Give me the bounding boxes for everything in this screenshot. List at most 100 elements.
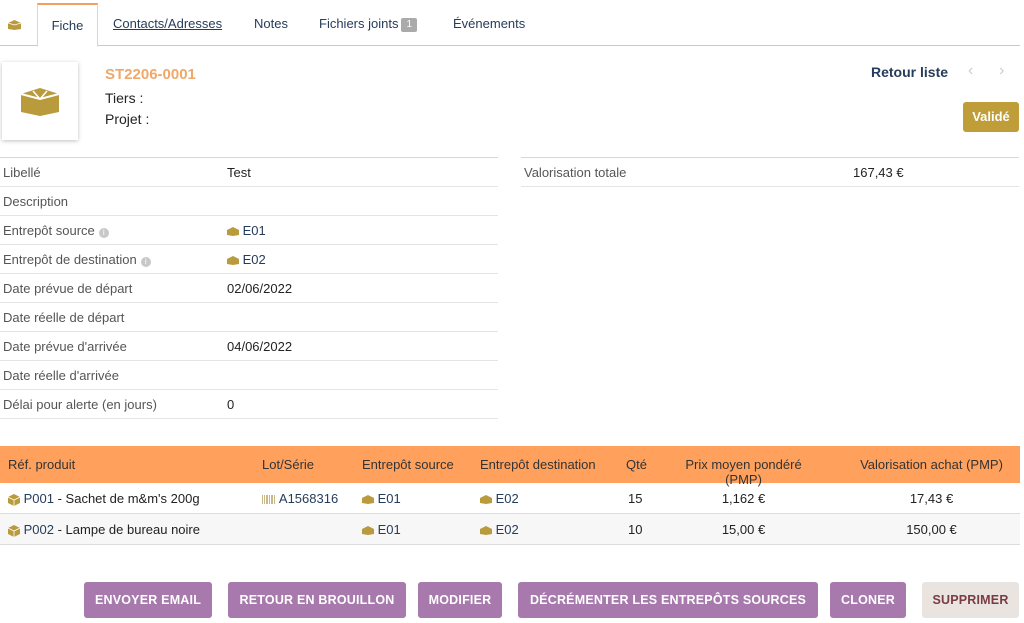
tab-notes-label: Notes: [254, 16, 288, 31]
clone-button[interactable]: CLONER: [830, 582, 906, 618]
table-row: P001 - Sachet de m&m's 200g A1568316 E01…: [0, 483, 1020, 514]
product-link[interactable]: P001: [24, 491, 54, 506]
tab-notes[interactable]: Notes: [254, 3, 288, 46]
product-label: - Sachet de m&m's 200g: [54, 491, 200, 506]
source-warehouse-link[interactable]: E01: [243, 223, 266, 238]
tab-contacts-label: Contacts/Adresses: [113, 16, 223, 31]
projet-label: Projet :: [105, 111, 150, 127]
field-row-actual-arrival: Date réelle d'arrivée: [0, 361, 498, 390]
send-email-button[interactable]: ENVOYER EMAIL: [84, 582, 212, 618]
delete-button[interactable]: SUPPRIMER: [922, 582, 1019, 618]
field-label: Date réelle d'arrivée: [3, 368, 119, 383]
field-row-description: Description: [0, 187, 498, 216]
lines-table: Réf. produit Lot/Série Entrepôt source E…: [0, 446, 1020, 545]
product-cell: P001 - Sachet de m&m's 200g: [8, 491, 200, 506]
field-label: Description: [3, 194, 69, 209]
tab-module-icon[interactable]: [0, 3, 28, 46]
fields-table: Libellé Test Description Entrepôt source…: [0, 157, 498, 419]
destination-warehouse-link[interactable]: E02: [496, 522, 519, 537]
pmp-cell: 15,00 €: [721, 522, 766, 537]
field-row-planned-departure: Date prévue de départ 02/06/2022: [0, 274, 498, 303]
field-row-destination-warehouse: Entrepôt de destination i E02: [0, 245, 498, 274]
source-warehouse-link[interactable]: E01: [378, 491, 401, 506]
tiers-label: Tiers :: [105, 90, 144, 106]
tab-files-label: Fichiers joints: [319, 16, 399, 31]
next-record-icon[interactable]: ›: [999, 62, 1004, 80]
field-row-alert-delay: Délai pour alerte (en jours) 0: [0, 390, 498, 419]
field-label: Date prévue de départ: [3, 281, 133, 296]
column-header: Entrepôt destination: [480, 457, 596, 472]
lines-table-header: Réf. produit Lot/Série Entrepôt source E…: [0, 446, 1020, 487]
field-label: Libellé: [3, 165, 41, 180]
product-cell: P002 - Lampe de bureau noire: [8, 522, 200, 537]
field-value: Test: [227, 165, 251, 180]
warehouse-icon: [480, 526, 492, 536]
source-cell: E01: [362, 522, 401, 537]
destination-warehouse-link[interactable]: E02: [496, 491, 519, 506]
field-row-actual-departure: Date réelle de départ: [0, 303, 498, 332]
quantity-cell: 15: [628, 491, 643, 506]
field-row-libelle: Libellé Test: [0, 158, 498, 187]
field-label-text: Entrepôt de destination: [3, 252, 137, 267]
source-warehouse-link[interactable]: E01: [378, 522, 401, 537]
back-to-list-link[interactable]: Retour liste: [871, 64, 948, 80]
destination-cell: E02: [480, 522, 519, 537]
warehouse-icon: [227, 256, 239, 266]
modify-button[interactable]: MODIFIER: [418, 582, 502, 618]
table-row: P002 - Lampe de bureau noire E01 E02 10 …: [0, 514, 1020, 545]
destination-cell: E02: [480, 491, 519, 506]
cube-icon: [8, 493, 20, 506]
valuation-cell: 150,00 €: [906, 522, 957, 537]
product-label: - Lampe de bureau noire: [54, 522, 200, 537]
column-header: Entrepôt source: [362, 457, 454, 472]
tab-files[interactable]: Fichiers joints 1: [319, 3, 418, 46]
destination-warehouse-link[interactable]: E02: [243, 252, 266, 267]
object-photo: [2, 62, 78, 140]
tab-events[interactable]: Événements: [453, 3, 525, 46]
field-value: 04/06/2022: [227, 339, 293, 354]
warehouse-icon: [480, 495, 492, 505]
field-value: 02/06/2022: [227, 281, 293, 296]
source-cell: E01: [362, 491, 401, 506]
lot-cell: A1568316: [262, 491, 338, 506]
pmp-cell: 1,162 €: [721, 491, 766, 506]
tab-contacts[interactable]: Contacts/Adresses: [113, 3, 222, 46]
tab-fiche-label: Fiche: [51, 18, 84, 33]
column-header: Lot/Série: [262, 457, 315, 472]
previous-record-icon[interactable]: ‹: [968, 62, 973, 80]
info-icon[interactable]: i: [140, 257, 151, 267]
lot-link[interactable]: A1568316: [279, 491, 338, 506]
field-row-source-warehouse: Entrepôt source i E01: [0, 216, 498, 245]
field-row-planned-arrival: Date prévue d'arrivée 04/06/2022: [0, 332, 498, 361]
field-label: Délai pour alerte (en jours): [3, 397, 157, 412]
column-header: Valorisation achat (PMP): [860, 457, 1003, 472]
column-header: Qté: [626, 457, 647, 472]
field-label: Date prévue d'arrivée: [3, 339, 127, 354]
product-link[interactable]: P002: [24, 522, 54, 537]
field-value: 167,43 €: [853, 165, 904, 180]
field-label-text: Entrepôt source: [3, 223, 95, 238]
warehouse-icon: [362, 526, 374, 536]
field-label: Date réelle de départ: [3, 310, 125, 325]
quantity-cell: 10: [628, 522, 643, 537]
back-to-draft-button[interactable]: RETOUR EN BROUILLON: [228, 582, 406, 618]
decrement-source-warehouses-button[interactable]: DÉCRÉMENTER LES ENTREPÔTS SOURCES: [518, 582, 818, 618]
field-value[interactable]: E01: [227, 223, 266, 238]
totals-table: Valorisation totale 167,43 €: [521, 157, 1019, 187]
field-label: Valorisation totale: [524, 165, 627, 180]
box-icon: [7, 19, 21, 30]
box-icon: [20, 88, 60, 116]
files-count-badge: 1: [401, 18, 418, 32]
record-ref: ST2206-0001: [105, 66, 196, 83]
tab-fiche[interactable]: Fiche: [37, 3, 98, 47]
info-icon[interactable]: i: [98, 228, 109, 238]
warehouse-icon: [227, 227, 239, 237]
field-row-total-valuation: Valorisation totale 167,43 €: [521, 158, 1019, 187]
column-header: Réf. produit: [8, 457, 76, 472]
barcode-icon: [262, 495, 275, 505]
cube-icon: [8, 524, 20, 537]
field-value[interactable]: E02: [227, 252, 266, 267]
warehouse-icon: [362, 495, 374, 505]
field-value: 0: [227, 397, 235, 412]
valuation-cell: 17,43 €: [909, 491, 954, 506]
